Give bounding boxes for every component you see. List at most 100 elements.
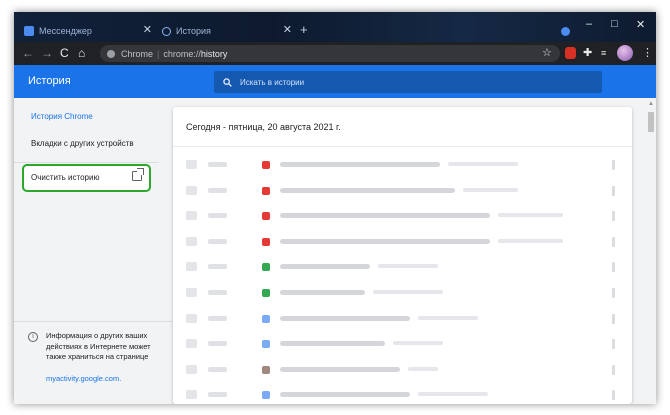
list-item[interactable] [173,280,632,306]
sidebar: История Chrome Вкладки с других устройст… [14,98,174,404]
sidebar-item-other-devices[interactable]: Вкладки с других устройств [31,139,134,148]
visit-time [208,187,227,193]
address-path: history [200,48,228,59]
page-title-link[interactable] [280,213,490,219]
more-actions-icon[interactable] [612,287,615,298]
address-separator: | [157,48,160,59]
row-checkbox[interactable] [186,390,197,400]
close-tab-icon[interactable]: ✕ [283,23,292,36]
history-icon [162,26,171,36]
more-actions-icon[interactable] [612,211,615,222]
more-actions-icon[interactable] [612,390,615,401]
page-domain [418,392,488,397]
forward-button[interactable]: → [41,46,53,60]
row-checkbox[interactable] [186,313,197,323]
more-actions-icon[interactable] [612,364,615,375]
divider [14,162,159,163]
visit-time [208,392,227,398]
sidebar-item-chrome-history[interactable]: История Chrome [31,112,93,121]
browser-toolbar: ← → C ⌂ Chrome | chrome:// history ☆ ✚ ≡… [14,42,656,65]
visit-time [208,341,227,347]
row-checkbox[interactable] [186,287,197,297]
avatar[interactable] [617,45,633,61]
clear-history-label: Очистить историю [31,173,100,182]
close-tab-icon[interactable]: ✕ [143,23,152,36]
page-title-link[interactable] [280,264,370,270]
address-site: Chrome [121,48,154,59]
more-actions-icon[interactable] [612,262,615,273]
row-checkbox[interactable] [186,339,197,349]
bookmark-star-icon[interactable]: ☆ [542,47,552,59]
external-link-icon [132,168,144,181]
close-window-button[interactable]: ✕ [636,18,645,31]
list-item[interactable] [173,203,632,229]
list-item[interactable] [173,357,632,383]
maximize-button[interactable]: □ [611,18,618,30]
minimize-button[interactable]: – [586,18,592,30]
menu-icon[interactable]: ⋮ [642,47,653,59]
list-item[interactable] [173,382,632,404]
address-path-prefix: chrome:// [163,48,201,59]
site-favicon-icon [262,391,270,400]
page-title-link[interactable] [280,366,400,372]
scrollbar[interactable]: ▲ [646,98,656,404]
page-domain [393,341,443,346]
tab-history[interactable]: История ✕ [162,20,292,42]
page-domain [378,264,438,269]
tab-messenger[interactable]: Мессенджер ✕ [24,20,152,42]
list-item[interactable] [173,229,632,255]
page-title-link[interactable] [280,315,410,321]
history-search[interactable] [214,71,602,93]
divider [14,321,174,322]
clear-history-button[interactable]: Очистить историю [22,164,151,192]
row-checkbox[interactable] [186,211,197,221]
site-favicon-icon [262,288,270,297]
page-domain [498,238,563,243]
page-title-link[interactable] [280,238,490,244]
site-favicon-icon [262,186,270,195]
history-header: История [14,65,656,98]
search-input[interactable] [240,77,580,87]
page-title-link[interactable] [280,162,440,167]
browser-window: Мессенджер ✕ История ✕ + – □ ✕ ← → C ⌂ C… [14,12,656,404]
extensions-puzzle-icon[interactable]: ✚ [583,47,592,59]
reload-button[interactable]: C [60,46,69,60]
info-text: Информация о других ваших действиях в Ин… [46,331,151,361]
page-domain [463,187,518,192]
list-item[interactable] [173,178,632,204]
row-checkbox[interactable] [186,236,197,246]
scrollbar-thumb[interactable] [648,112,654,132]
extension-icon[interactable] [565,47,576,59]
list-item[interactable] [173,306,632,332]
row-checkbox[interactable] [186,364,197,374]
list-item[interactable] [173,331,632,357]
reading-list-icon[interactable]: ≡ [601,47,606,59]
back-button[interactable]: ← [22,46,34,60]
list-item[interactable] [173,152,632,178]
scroll-up-icon[interactable]: ▲ [648,101,654,107]
row-checkbox[interactable] [186,160,197,169]
visit-time [208,162,227,167]
address-bar[interactable]: Chrome | chrome:// history [100,45,560,62]
more-actions-icon[interactable] [612,160,615,170]
row-checkbox[interactable] [186,185,197,195]
page-domain [408,366,438,371]
new-tab-button[interactable]: + [300,23,308,36]
list-item[interactable] [173,254,632,280]
home-button[interactable]: ⌂ [78,46,85,60]
page-domain [373,289,443,294]
more-actions-icon[interactable] [612,185,615,196]
more-actions-icon[interactable] [612,339,615,350]
more-actions-icon[interactable] [612,236,615,247]
visit-time [208,289,227,295]
row-checkbox[interactable] [186,262,197,272]
more-actions-icon[interactable] [612,313,615,324]
tab-label: Мессенджер [39,26,92,36]
page-title-link[interactable] [280,187,455,193]
page-title-link[interactable] [280,392,410,398]
page-title-link[interactable] [280,289,365,295]
myactivity-link[interactable]: myactivity.google.com. [46,374,121,383]
messenger-icon [24,26,34,36]
site-info-icon[interactable] [107,49,115,58]
page-title-link[interactable] [280,341,385,347]
